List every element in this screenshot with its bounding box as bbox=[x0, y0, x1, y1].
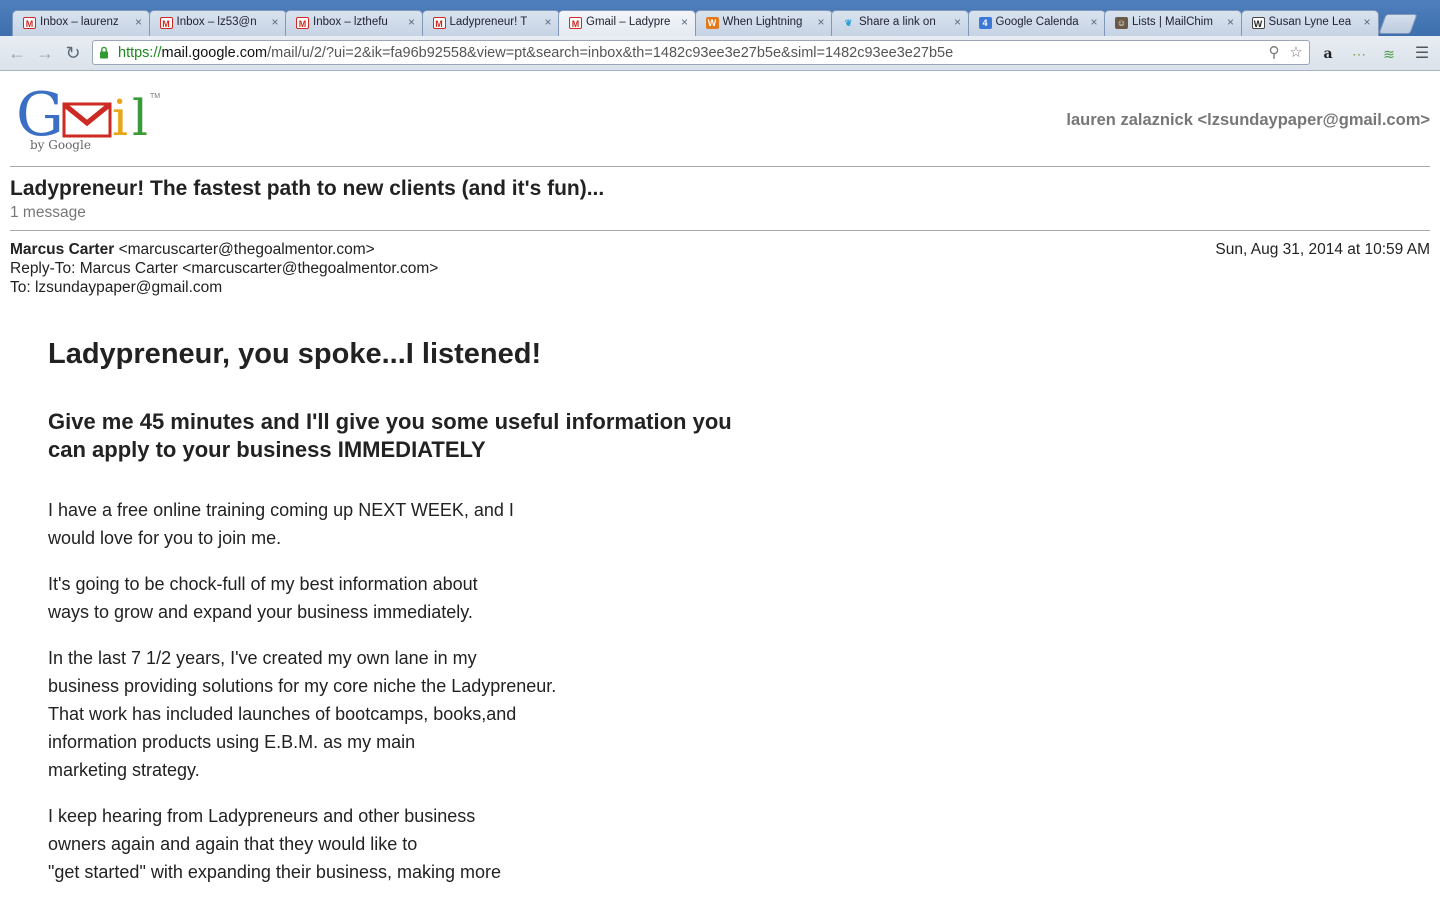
message-reply-to: Reply-To: Marcus Carter <marcuscarter@th… bbox=[10, 260, 439, 277]
email-paragraph: I have a free online training coming up … bbox=[48, 496, 748, 552]
forward-arrow-icon[interactable]: → bbox=[34, 42, 56, 64]
tab-close-icon[interactable]: × bbox=[544, 15, 551, 29]
browser-toolbar: ← → ↻ https://mail.google.com/mail/u/2/?… bbox=[0, 36, 1440, 71]
extension-icon[interactable]: ⋯ bbox=[1350, 45, 1368, 63]
email-heading: Ladypreneur, you spoke...I listened! bbox=[48, 338, 542, 370]
paragraph-line: I keep hearing from Ladypreneurs and oth… bbox=[48, 806, 476, 826]
browser-tab-strip: M Inbox – laurenz × M Inbox – lz53@n × M Inbox … bbox=[0, 0, 1440, 36]
menu-icon[interactable]: ☰ bbox=[1413, 45, 1431, 63]
paragraph-line: That work has included launches of bootc… bbox=[48, 704, 517, 724]
message-from: Marcus Carter <marcuscarter@thegoalmento… bbox=[10, 241, 375, 259]
tab-close-icon[interactable]: × bbox=[681, 15, 688, 29]
gmail-icon: M bbox=[23, 17, 36, 29]
gmail-logo: G i l TM by Google bbox=[16, 80, 160, 152]
url-path: /mail/u/2/?ui=2&ik=fa96b92558&view=pt&se… bbox=[267, 45, 954, 61]
email-subheading: Give me 45 minutes and I'll give you som… bbox=[48, 409, 732, 462]
message-to: To: lzsundaypaper@gmail.com bbox=[10, 279, 223, 296]
svg-text:l: l bbox=[132, 89, 148, 147]
gmail-icon: M bbox=[159, 17, 173, 29]
svg-text:TM: TM bbox=[150, 93, 160, 100]
tab-title: Gmail – Ladypre bbox=[586, 16, 671, 28]
reload-icon[interactable]: ↻ bbox=[62, 42, 84, 64]
gmail-icon: M bbox=[569, 17, 582, 29]
gmail-icon: M bbox=[296, 17, 309, 29]
tab-close-icon[interactable]: × bbox=[135, 15, 142, 29]
tab-title: Ladypreneur! T bbox=[449, 16, 528, 28]
paragraph-line: "get started" with expanding their busin… bbox=[48, 862, 502, 882]
browser-tab[interactable]: ❦ Share a link on × bbox=[831, 10, 969, 36]
tab-close-icon[interactable]: × bbox=[954, 15, 961, 29]
browser-tab[interactable]: M Inbox – lz53@n × bbox=[148, 10, 287, 36]
email-paragraph: It's going to be chock-full of my best i… bbox=[48, 570, 748, 626]
email-paragraphs: I have a free online training coming up … bbox=[48, 496, 748, 886]
signal-extension-icon[interactable]: ≋ bbox=[1380, 45, 1398, 63]
calendar-icon: 4 bbox=[978, 17, 992, 29]
tab-title: Inbox – lz53@n bbox=[176, 16, 257, 28]
tab-title: Susan Lyne Lea bbox=[1268, 16, 1352, 28]
divider bbox=[10, 230, 1430, 231]
gmail-icon: M bbox=[432, 17, 446, 29]
tab-title: When Lightning bbox=[722, 16, 803, 28]
paragraph-line: information products using E.B.M. as my … bbox=[48, 732, 416, 752]
mailchimp-icon: ☺ bbox=[1115, 17, 1128, 29]
tab-close-icon[interactable]: × bbox=[817, 15, 824, 29]
account-info: lauren zalaznick <lzsundaypaper@gmail.co… bbox=[1066, 111, 1430, 129]
paragraph-line: marketing strategy. bbox=[48, 760, 200, 780]
tab-close-icon[interactable]: × bbox=[1363, 15, 1370, 29]
browser-tab[interactable]: M Ladypreneur! T × bbox=[421, 10, 560, 36]
browser-tab[interactable]: M Gmail – Ladypre × bbox=[558, 10, 696, 36]
new-tab-button[interactable] bbox=[1378, 14, 1418, 34]
amazon-extension-icon[interactable]: a bbox=[1319, 45, 1337, 63]
browser-tab[interactable]: M Inbox – laurenz × bbox=[12, 10, 150, 36]
paragraph-line: ways to grow and expand your business im… bbox=[48, 602, 473, 622]
browser-tab[interactable]: W When Lightning × bbox=[694, 10, 833, 36]
sender-email: <marcuscarter@thegoalmentor.com> bbox=[118, 241, 375, 258]
tab-title: Google Calenda bbox=[995, 16, 1079, 28]
wsj-icon: W bbox=[1251, 17, 1265, 29]
tab-title: Inbox – lzthefu bbox=[313, 16, 388, 28]
tab-title: Lists | MailChim bbox=[1132, 16, 1213, 28]
lock-icon bbox=[100, 46, 108, 59]
logo-byline: by Google bbox=[30, 138, 91, 152]
twitter-icon: ❦ bbox=[844, 18, 853, 28]
message-count: 1 message bbox=[10, 204, 86, 221]
browser-tab[interactable]: W Susan Lyne Lea × bbox=[1240, 10, 1379, 36]
url-text: https://mail.google.com/mail/u/2/?ui=2&i… bbox=[118, 45, 953, 61]
paragraph-line: would love for you to join me. bbox=[48, 528, 282, 548]
address-bar[interactable]: https://mail.google.com/mail/u/2/?ui=2&i… bbox=[92, 40, 1310, 65]
url-host: mail.google.com bbox=[161, 45, 268, 61]
email-paragraph: I keep hearing from Ladypreneurs and oth… bbox=[48, 802, 748, 886]
paragraph-line: I have a free online training coming up … bbox=[48, 500, 514, 520]
paragraph-line: In the last 7 1/2 years, I've created my… bbox=[48, 648, 477, 668]
tab-title: Inbox – laurenz bbox=[40, 16, 119, 28]
browser-tab[interactable]: M Inbox – lzthefu × bbox=[285, 10, 423, 36]
tab-close-icon[interactable]: × bbox=[1090, 15, 1097, 29]
tab-close-icon[interactable]: × bbox=[271, 15, 278, 29]
sender-name: Marcus Carter bbox=[10, 241, 115, 258]
url-scheme: https:// bbox=[118, 45, 162, 61]
tab-close-icon[interactable]: × bbox=[408, 15, 415, 29]
svg-text:i: i bbox=[112, 89, 128, 147]
browser-tab[interactable]: ☺ Lists | MailChim × bbox=[1104, 10, 1242, 36]
zoom-icon[interactable]: ⚲ bbox=[1265, 44, 1283, 62]
paragraph-line: It's going to be chock-full of my best i… bbox=[48, 574, 478, 594]
tab-close-icon[interactable]: × bbox=[1227, 15, 1234, 29]
bookmark-star-icon[interactable]: ☆ bbox=[1287, 44, 1305, 62]
paragraph-line: owners again and again that they would l… bbox=[48, 834, 418, 854]
message-date: Sun, Aug 31, 2014 at 10:59 AM bbox=[1215, 241, 1430, 258]
browser-tab[interactable]: 4 Google Calenda × bbox=[967, 10, 1106, 36]
tab-title: Share a link on bbox=[859, 16, 936, 28]
message-body: Ladypreneur, you spoke...I listened! Giv… bbox=[48, 336, 748, 886]
paragraph-line: business providing solutions for my core… bbox=[48, 676, 557, 696]
w-icon: W bbox=[705, 17, 719, 29]
email-paragraph: In the last 7 1/2 years, I've created my… bbox=[48, 644, 748, 784]
divider bbox=[10, 166, 1430, 167]
back-arrow-icon[interactable]: ← bbox=[6, 42, 28, 64]
thread-subject: Ladypreneur! The fastest path to new cli… bbox=[10, 177, 605, 200]
